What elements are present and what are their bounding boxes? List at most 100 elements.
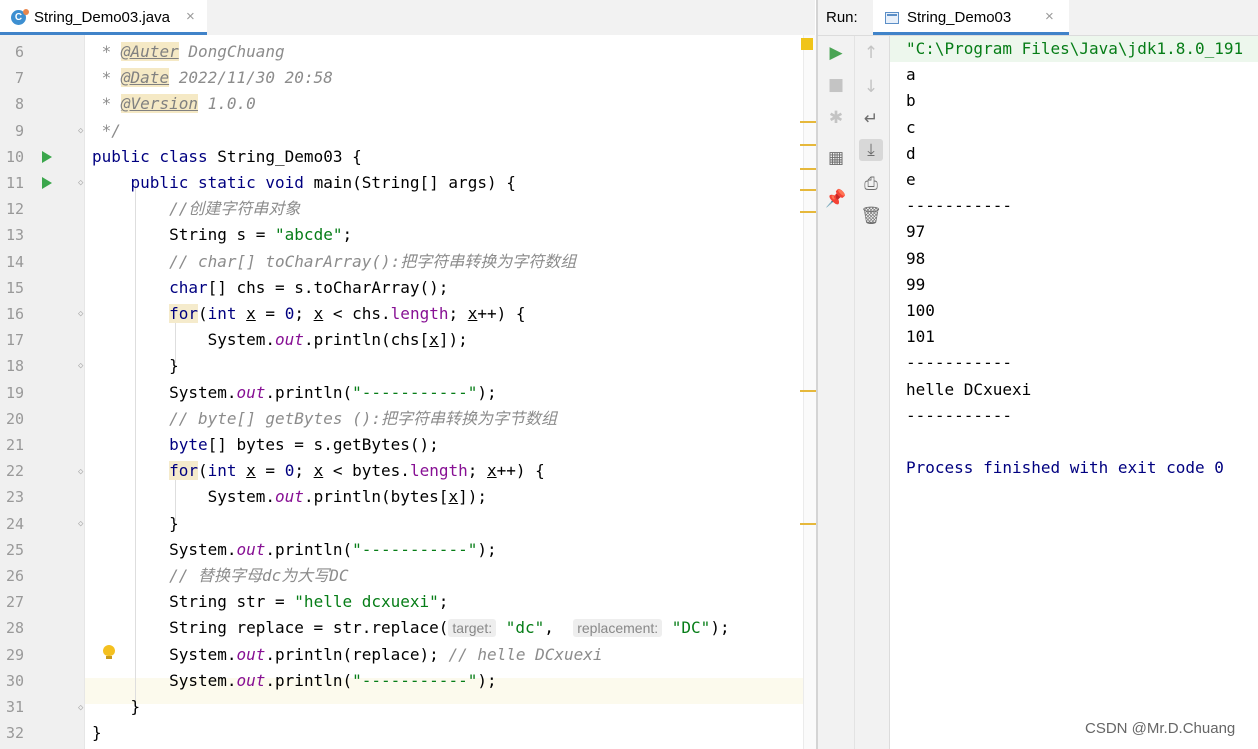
code-line[interactable]: 28 String replace = str.replace(target: …	[0, 615, 803, 641]
code-line[interactable]: 26 // 替换字母dc为大写DC	[0, 563, 803, 589]
console-output[interactable]: "C:\Program Files\Java\jdk1.8.0_191 a b c d e…	[890, 36, 1258, 749]
console-line: e	[906, 170, 916, 189]
code-token: x	[429, 330, 439, 350]
code-line[interactable]: 21 byte[] bytes = s.getBytes();	[0, 432, 803, 458]
code-line[interactable]: 16 for(int x = 0; x < chs.length; x++) {	[0, 301, 803, 327]
code-token: .println(	[265, 382, 353, 402]
warning-marker[interactable]	[800, 168, 816, 170]
fold-marker-icon[interactable]: ◇	[78, 126, 87, 136]
line-number: 32	[5, 724, 24, 743]
rerun-icon[interactable]: ▶	[824, 42, 848, 64]
code-line[interactable]: 27 String str = "helle dcxuexi";	[0, 589, 803, 615]
code-token: out	[275, 487, 304, 507]
console-line: -----------	[906, 353, 1012, 373]
code-token: String s =	[92, 225, 276, 245]
code-text: //创建字符串对象	[92, 196, 300, 222]
code-token: System.	[92, 487, 276, 507]
code-line[interactable]: 17 System.out.println(chs[x]);	[0, 327, 803, 353]
up-arrow-icon[interactable]: ↑	[859, 42, 883, 64]
java-class-icon: C	[11, 9, 29, 25]
code-token: int	[207, 304, 247, 323]
code-line[interactable]: 15 char[] chs = s.toCharArray();	[0, 275, 803, 301]
code-line[interactable]: 12 //创建字符串对象	[0, 196, 803, 222]
code-token: 2022/11/30 20:58	[169, 68, 333, 88]
code-line[interactable]: 20 // byte[] getBytes ():把字符串转换为字节数组	[0, 406, 803, 432]
warning-marker[interactable]	[800, 189, 816, 191]
scroll-to-end-icon[interactable]: ⤓	[859, 139, 883, 161]
code-line[interactable]: 30 System.out.println("-----------");	[0, 668, 803, 694]
code-token: );	[710, 618, 730, 638]
code-text: for(int x = 0; x < chs.length; x++) {	[92, 301, 526, 327]
layout-icon[interactable]: ▦	[824, 147, 848, 169]
lightbulb-icon[interactable]	[103, 645, 115, 659]
close-icon[interactable]: ×	[186, 8, 195, 25]
code-token: .println(replace);	[265, 644, 449, 664]
code-line[interactable]: 10 public class String_Demo03 {	[0, 144, 803, 170]
code-line[interactable]: 29 System.out.println(replace); // helle…	[0, 642, 803, 668]
fold-marker-icon[interactable]: ◇	[78, 178, 87, 188]
code-line[interactable]: 6 * @Auter DongChuang	[0, 39, 803, 65]
code-text: System.out.println(replace); // helle DC…	[92, 642, 603, 668]
warning-marker[interactable]	[800, 390, 816, 392]
fold-marker-icon[interactable]: ◇	[78, 703, 87, 713]
code-token: ++) {	[496, 461, 545, 481]
code-token: ;	[294, 461, 314, 481]
code-line[interactable]: 23 System.out.println(bytes[x]);	[0, 484, 803, 510]
close-icon[interactable]: ×	[1045, 8, 1054, 25]
run-main-icon[interactable]	[42, 177, 52, 189]
code-token: // char[] toCharArray():把字符串转换为字符数组	[169, 251, 577, 271]
code-token: < chs.	[323, 304, 391, 323]
line-number: 21	[5, 436, 24, 454]
code-text: for(int x = 0; x < bytes.length; x++) {	[92, 458, 545, 484]
fold-marker-icon[interactable]: ◇	[78, 309, 87, 319]
code-line[interactable]: 8 * @Version 1.0.0	[0, 91, 803, 117]
inspection-status-icon[interactable]	[801, 38, 813, 50]
run-toolbar-primary: ▶ ■ ✱ ▦ 📌	[818, 36, 855, 749]
warning-marker[interactable]	[800, 144, 816, 146]
debug-settings-icon[interactable]: ✱	[824, 107, 848, 129]
code-line[interactable]: 9 */	[0, 118, 803, 144]
soft-wrap-icon[interactable]: ↵	[859, 108, 883, 130]
code-line[interactable]: 24 }	[0, 511, 803, 537]
code-token: length	[390, 304, 449, 323]
run-class-icon[interactable]	[42, 151, 52, 163]
code-line[interactable]: 25 System.out.println("-----------");	[0, 537, 803, 563]
code-text: System.out.println("-----------");	[92, 380, 497, 406]
code-text: String str = "helle dcxuexi";	[92, 589, 448, 615]
code-line[interactable]: 19 System.out.println("-----------");	[0, 380, 803, 406]
fold-marker-icon[interactable]: ◇	[78, 519, 87, 529]
code-line[interactable]: 31 }	[0, 694, 803, 720]
file-tab-string-demo03[interactable]: C String_Demo03.java ×	[0, 0, 207, 35]
code-text: byte[] bytes = s.getBytes();	[92, 432, 439, 458]
pin-icon[interactable]: 📌	[824, 188, 848, 210]
watermark: CSDN @Mr.D.Chuang	[1085, 720, 1236, 737]
code-text: // byte[] getBytes ():把字符串转换为字节数组	[92, 406, 557, 432]
code-line[interactable]: 13 String s = "abcde";	[0, 222, 803, 248]
code-line[interactable]: 22 for(int x = 0; x < bytes.length; x++)…	[0, 458, 803, 484]
code-token: 0	[284, 304, 295, 323]
code-line[interactable]: 18 }	[0, 353, 803, 379]
parameter-hint: target:	[448, 619, 497, 638]
print-icon[interactable]: ⎙	[859, 173, 883, 195]
warning-marker[interactable]	[800, 211, 816, 213]
fold-marker-icon[interactable]: ◇	[78, 467, 87, 477]
code-line[interactable]: 11 public static void main(String[] args…	[0, 170, 803, 196]
trash-icon[interactable]: 🗑	[859, 205, 883, 227]
code-line[interactable]: 7 * @Date 2022/11/30 20:58	[0, 65, 803, 91]
console-line: helle DCxuexi	[906, 379, 1032, 399]
code-line[interactable]: 14 // char[] toCharArray():把字符串转换为字符数组	[0, 249, 803, 275]
run-tab-string-demo03[interactable]: String_Demo03 ×	[873, 0, 1069, 35]
code-token: public static void	[130, 173, 314, 192]
stop-icon[interactable]: ■	[824, 74, 848, 96]
console-line: a	[906, 65, 916, 85]
warning-marker[interactable]	[800, 121, 816, 123]
down-arrow-icon[interactable]: ↓	[859, 76, 883, 98]
code-line[interactable]: 32}	[0, 720, 803, 746]
warning-marker[interactable]	[800, 523, 816, 525]
code-token: ]);	[458, 487, 487, 507]
fold-marker-icon[interactable]: ◇	[78, 361, 87, 371]
run-toolbar-secondary: ↑ ↓ ↵ ⤓ ⎙ 🗑	[855, 36, 890, 749]
